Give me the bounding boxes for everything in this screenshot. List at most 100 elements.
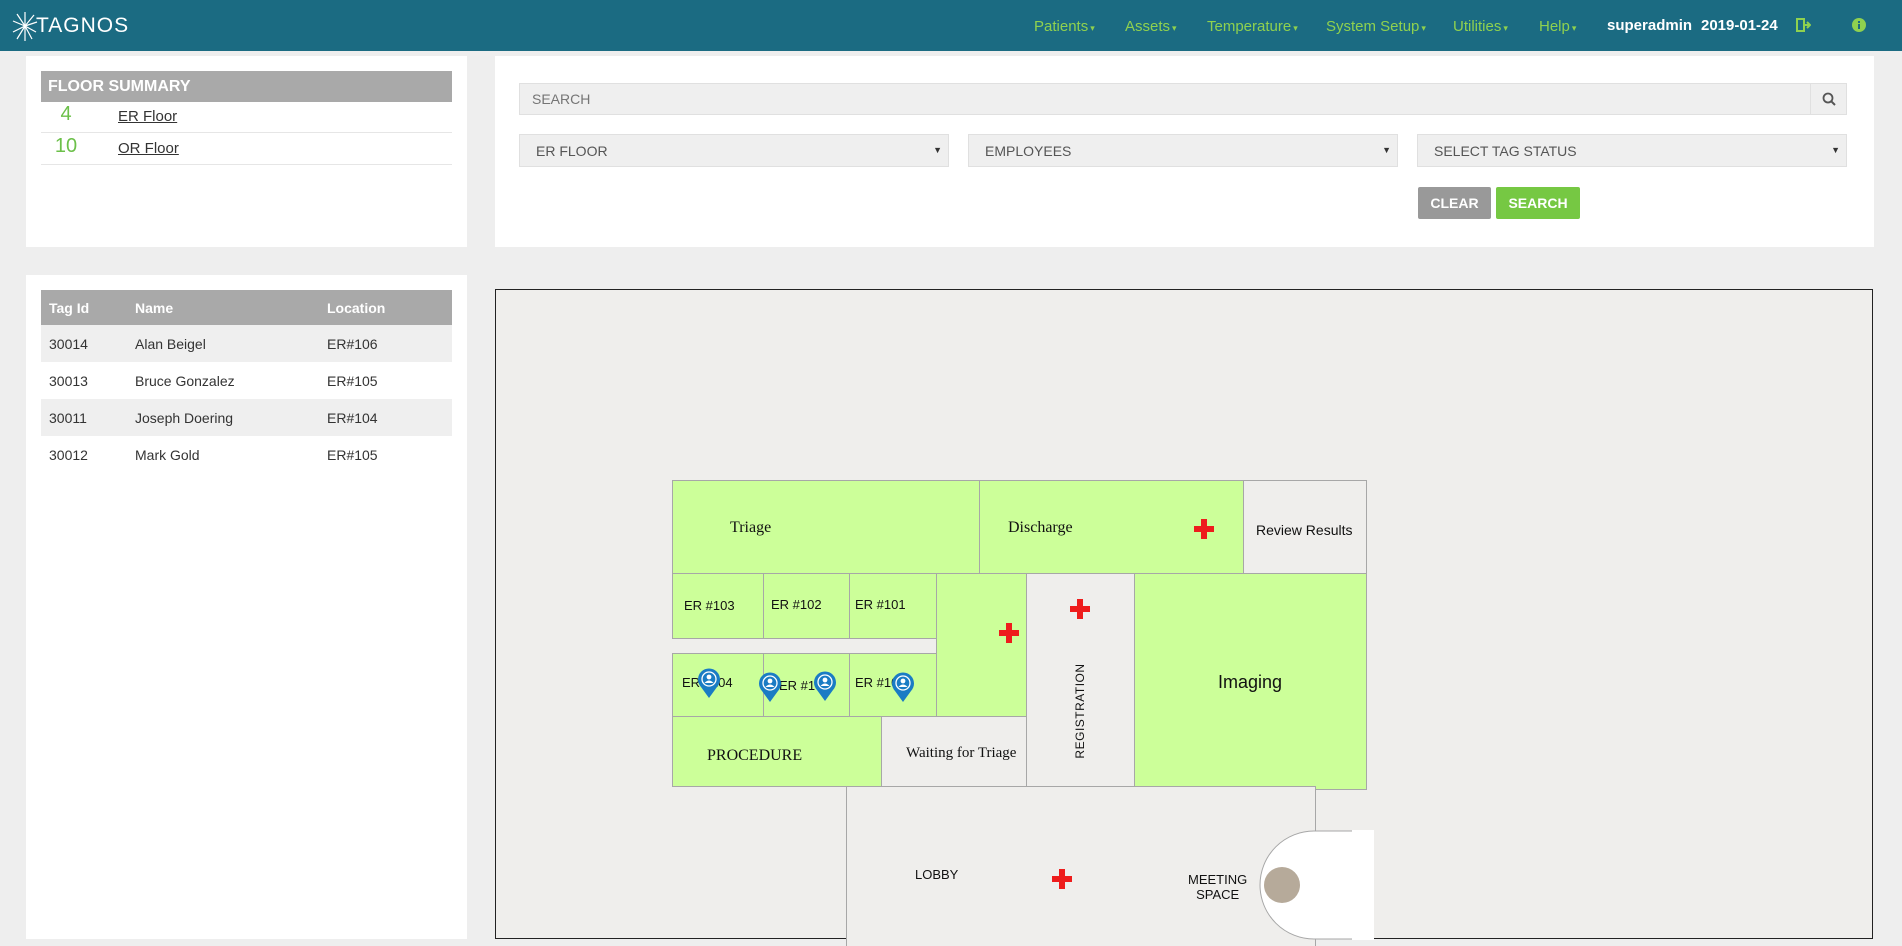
room-label: ER #102 <box>771 597 822 612</box>
search-button[interactable]: SEARCH <box>1496 187 1580 219</box>
search-input[interactable] <box>520 84 1814 114</box>
room-imaging[interactable]: Imaging <box>1134 573 1367 790</box>
cell-name: Joseph Doering <box>135 399 327 436</box>
logout-icon[interactable] <box>1795 17 1811 33</box>
employee-location-pin-icon[interactable] <box>890 671 916 703</box>
room-lobby[interactable]: LOBBY MEETING SPACE <box>846 786 1316 946</box>
nav-label: Help <box>1539 18 1570 35</box>
nav-label: Utilities <box>1453 18 1502 35</box>
cell-tag-id: 30013 <box>49 372 88 389</box>
nav-label: System Setup <box>1326 18 1420 35</box>
table-row[interactable]: 30011 Joseph Doering ER#104 <box>41 399 452 436</box>
nav-help[interactable]: Help ▾ <box>1539 18 1576 35</box>
tag-status-select-value: SELECT TAG STATUS <box>1434 143 1577 159</box>
nav-system-setup[interactable]: System Setup ▾ <box>1326 18 1426 35</box>
caret-down-icon: ▾ <box>1421 23 1426 33</box>
nav-label: Temperature <box>1207 18 1292 35</box>
floor-link-or[interactable]: OR Floor <box>118 140 179 157</box>
floor-summary-panel: FLOOR SUMMARY 4 ER Floor 10 OR Floor <box>26 56 467 247</box>
meeting-table-icon <box>1264 867 1300 903</box>
table-row[interactable]: 30013 Bruce Gonzalez ER#105 <box>41 362 452 399</box>
floor-select[interactable]: ER FLOOR ▼ <box>519 134 949 167</box>
cell-name: Mark Gold <box>135 446 200 463</box>
room-er101[interactable]: ER #101 <box>849 573 937 639</box>
room-label: ER #103 <box>684 598 735 613</box>
table-row[interactable]: 30014 Alan Beigel ER#106 <box>41 325 452 362</box>
col-location[interactable]: Location <box>327 290 452 325</box>
room-review-results[interactable]: Review Results <box>1243 480 1367 574</box>
nav-label: Patients <box>1034 18 1089 35</box>
cell-tag-id: 30014 <box>41 325 135 362</box>
magnifier-icon <box>1822 92 1836 106</box>
cell-location: ER#105 <box>327 446 378 463</box>
room-label: Waiting for Triage <box>906 745 1017 761</box>
meeting-space-label: MEETING SPACE <box>1188 872 1247 902</box>
floor-link-er[interactable]: ER Floor <box>118 108 177 125</box>
room-er102[interactable]: ER #102 <box>763 573 850 639</box>
room-label: PROCEDURE <box>707 747 803 764</box>
floor-row: 4 ER Floor <box>41 102 452 133</box>
table-row[interactable]: 30012 Mark Gold ER#105 <box>41 436 452 473</box>
current-date: 2019-01-24 <box>1701 17 1778 34</box>
tag-list-panel: Tag Id Name Location 30014 Alan Beigel E… <box>26 275 467 939</box>
employee-location-pin-icon[interactable] <box>812 670 838 702</box>
col-name[interactable]: Name <box>135 290 327 325</box>
floor-count: 10 <box>54 135 78 157</box>
meeting-label-line2: SPACE <box>1196 887 1240 902</box>
room-procedure[interactable]: PROCEDURE <box>672 716 882 787</box>
er-nurse-station[interactable] <box>936 573 1027 717</box>
search-bar <box>519 83 1847 115</box>
employee-location-pin-icon[interactable] <box>757 671 783 703</box>
dropdown-arrow-icon: ▼ <box>1831 145 1840 155</box>
room-label: Review Results <box>1256 522 1353 538</box>
col-tag-id[interactable]: Tag Id <box>41 290 135 325</box>
caret-down-icon: ▾ <box>1172 23 1177 33</box>
cell-tag-id: 30012 <box>49 446 88 463</box>
tagnos-logo[interactable]: TAGNOS <box>12 9 129 43</box>
table-header-row: Tag Id Name Location <box>41 290 452 325</box>
room-label: ER #101 <box>855 597 906 612</box>
floor-map[interactable]: Triage Discharge Review Results ER #103 … <box>495 289 1873 946</box>
nav-assets[interactable]: Assets ▾ <box>1125 18 1177 35</box>
room-label: LOBBY <box>915 867 959 882</box>
floor-count: 4 <box>60 103 72 125</box>
clear-button[interactable]: CLEAR <box>1418 187 1491 219</box>
room-label: Imaging <box>1218 672 1283 692</box>
caret-down-icon: ▾ <box>1503 23 1508 33</box>
cell-location: ER#106 <box>327 325 452 362</box>
floor-summary-title: FLOOR SUMMARY <box>41 71 452 102</box>
type-select-value: EMPLOYEES <box>985 143 1072 159</box>
first-aid-cross-icon <box>1070 599 1090 619</box>
dropdown-arrow-icon: ▼ <box>933 145 942 155</box>
first-aid-cross-icon <box>999 623 1019 643</box>
room-waiting-for-triage[interactable]: Waiting for Triage <box>881 716 1027 787</box>
type-select[interactable]: EMPLOYEES ▼ <box>968 134 1398 167</box>
cell-location: ER#104 <box>327 399 452 436</box>
cell-name: Bruce Gonzalez <box>135 372 235 389</box>
nav-utilities[interactable]: Utilities ▾ <box>1453 18 1508 35</box>
room-label: REGISTRATION <box>1073 663 1087 759</box>
info-icon[interactable] <box>1851 17 1867 33</box>
room-er103[interactable]: ER #103 <box>672 573 764 639</box>
nav-patients[interactable]: Patients ▾ <box>1034 18 1095 35</box>
search-icon-button[interactable] <box>1810 84 1846 114</box>
employee-location-pin-icon[interactable] <box>696 667 722 699</box>
room-triage[interactable]: Triage <box>672 480 980 574</box>
meeting-label-line1: MEETING <box>1188 872 1248 887</box>
room-label: Triage <box>730 519 772 536</box>
cell-tag-id: 30011 <box>41 399 135 436</box>
floor-select-value: ER FLOOR <box>536 143 608 159</box>
cell-name: Alan Beigel <box>135 325 327 362</box>
tag-status-select[interactable]: SELECT TAG STATUS ▼ <box>1417 134 1847 167</box>
first-aid-cross-icon <box>1052 869 1072 889</box>
sunburst-logo-icon <box>12 12 38 41</box>
caret-down-icon: ▾ <box>1571 23 1577 33</box>
caret-down-icon: ▾ <box>1293 23 1298 33</box>
cell-location: ER#105 <box>327 372 378 389</box>
first-aid-cross-icon <box>1194 519 1214 539</box>
search-panel: ER FLOOR ▼ EMPLOYEES ▼ SELECT TAG STATUS… <box>495 56 1874 247</box>
nav-temperature[interactable]: Temperature ▾ <box>1207 18 1298 35</box>
brand-name: TAGNOS <box>36 14 130 37</box>
current-user[interactable]: superadmin <box>1607 17 1692 34</box>
meeting-space-rotunda[interactable] <box>1256 830 1374 940</box>
